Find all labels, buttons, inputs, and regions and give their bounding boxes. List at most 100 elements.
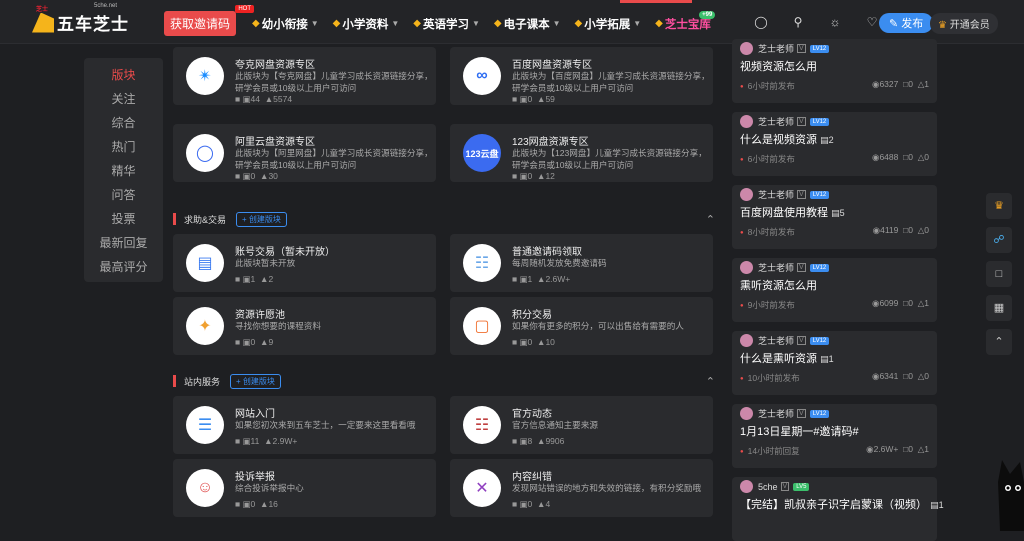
create-forum-button[interactable]: + 创建版块: [230, 373, 281, 389]
sidebar-item-7[interactable]: 最新回复: [84, 235, 163, 259]
lock-icon: ■: [235, 499, 241, 509]
crown-icon[interactable]: ♛: [986, 193, 1012, 219]
sidebar-item-8[interactable]: 最高评分: [84, 259, 163, 283]
forum-card[interactable]: ☰ 网站入门 如果您初次来到五车芝士，一定要来这里看看哦 ■ ▣11 ▲2.9W+: [173, 396, 436, 454]
chevron-down-icon: ▼: [552, 19, 561, 28]
forum-card[interactable]: ☷ 普通邀请码领取 每周随机发放免费邀请码 ■ ▣1 ▲2.6W+: [450, 234, 713, 292]
post-item[interactable]: 芝士老师VLV12 百度网盘使用教程 ▤5 8小时前发布 ◉4119 □0 △0: [732, 185, 937, 249]
post-author[interactable]: 5che V LV5: [740, 480, 810, 493]
invite-code-button[interactable]: 获取邀请码 HOT: [164, 5, 255, 36]
forum-card[interactable]: ☷ 官方动态 官方信息通知主要来源 ■ ▣8 ▲9906: [450, 396, 713, 454]
chat-icon[interactable]: □: [986, 261, 1012, 287]
sidebar-item-0[interactable]: 版块: [84, 67, 163, 91]
forum-card[interactable]: ◯ 阿里云盘资源专区 此版块为【阿里网盘】儿童学习成长资源链接分享，研学会员或10级…: [173, 124, 436, 182]
post-author[interactable]: 芝士老师 V LV12: [740, 115, 830, 128]
create-forum-button[interactable]: + 创建版块: [236, 211, 287, 227]
nav-icon: ◆: [252, 18, 260, 29]
sidebar-item-1[interactable]: 关注: [84, 91, 163, 115]
sidebar-item-2[interactable]: 综合: [84, 115, 163, 139]
post-author[interactable]: 芝士老师 V LV12: [740, 407, 830, 420]
sidebar-item-3[interactable]: 热门: [84, 139, 163, 163]
post-time: 14小时前回复: [740, 445, 800, 457]
nav-item-0[interactable]: ◆ 幼小衔接 ▼: [252, 16, 319, 32]
forum-card[interactable]: 123云盘 123网盘资源专区 此版块为【123网盘】儿童学习成长资源链接分享，研学…: [450, 124, 713, 182]
sidebar-item-6[interactable]: 投票: [84, 211, 163, 235]
avatar: [740, 115, 753, 128]
post-author[interactable]: 芝士老师 V LV12: [740, 42, 830, 55]
card-title: 内容纠错: [512, 472, 552, 483]
back-to-top-icon[interactable]: ⌃: [986, 329, 1012, 355]
card-stats: ■ ▣1 ▲2: [235, 274, 274, 284]
nav-icon: ◆: [574, 18, 583, 29]
guide-icon: ☰: [186, 406, 224, 444]
bulb-icon[interactable]: ◯: [752, 13, 770, 31]
collapse-icon[interactable]: ⌃: [706, 213, 715, 226]
level-badge: LV12: [809, 263, 830, 272]
cat-mascot-icon[interactable]: [994, 452, 1024, 531]
site-logo[interactable]: 五车芝士 5che.net 芝士: [32, 3, 129, 35]
level-badge: LV12: [809, 336, 830, 345]
card-title: 资源许愿池: [235, 310, 285, 321]
avatar: [740, 261, 753, 274]
vip-button[interactable]: ♛ 开通会员: [930, 13, 998, 34]
post-time: 6小时前发布: [740, 153, 795, 165]
post-author[interactable]: 芝士老师 V LV12: [740, 188, 830, 201]
forum-card[interactable]: ▢ 积分交易 如果你有更多的积分，可以出售给有需要的人 ■ ▣0 ▲10: [450, 297, 713, 355]
post-item[interactable]: 芝士老师VLV12 熏听资源怎么用 9小时前发布 ◉6099 □0 △1: [732, 258, 937, 322]
main-nav: 获取邀请码 HOT ◆ 幼小衔接 ▼ ◆ 小学资料 ▼ ◆ 英语学习 ▼ ◆ 电子课本 ▼ ◆ 小学拓展 ▼ ◆…: [164, 5, 725, 36]
theme-icon[interactable]: ☼: [826, 13, 844, 31]
lock-icon: ■: [235, 274, 241, 284]
post-item[interactable]: 芝士老师VLV12 什么是视频资源 ▤2 6小时前发布 ◉6488 □0 △0: [732, 112, 937, 176]
qrcode-icon[interactable]: ▦: [986, 295, 1012, 321]
level-badge: LV5: [793, 482, 810, 491]
search-icon[interactable]: ⚲: [789, 13, 807, 31]
image-icon: ▤1: [930, 500, 944, 510]
card-stats: ■ ▣0 ▲9: [235, 337, 274, 347]
post-count-icon: ▣: [242, 94, 251, 104]
sidebar-item-5[interactable]: 问答: [84, 187, 163, 211]
forum-card[interactable]: ∞ 百度网盘资源专区 此版块为【百度网盘】儿童学习成长资源链接分享，研学会员或10级…: [450, 47, 713, 105]
post-count-icon: ▣: [519, 171, 528, 181]
post-button[interactable]: ✎ 发布: [879, 13, 934, 33]
post-count-icon: ▣: [242, 499, 251, 509]
nav-item-3[interactable]: ◆ 电子课本 ▼: [494, 16, 561, 32]
nav-item-4[interactable]: ◆ 小学拓展 ▼: [575, 16, 642, 32]
post-title: 视频资源怎么用: [740, 61, 817, 73]
card-stats: ■ ▣44 ▲5574: [235, 94, 293, 104]
post-author[interactable]: 芝士老师 V LV12: [740, 261, 830, 274]
forum-card[interactable]: ✕ 内容纠错 发现网站错误的地方和失效的链接，有积分奖励哦 ■ ▣0 ▲4: [450, 459, 713, 517]
news-icon: ☷: [463, 406, 501, 444]
card-title: 积分交易: [512, 310, 552, 321]
nav-item-5[interactable]: ◆ 芝士宝库 +99: [655, 10, 716, 32]
lock-icon: ■: [235, 436, 241, 446]
post-item[interactable]: 芝士老师VLV12 1月13日星期一#邀请码# 14小时前回复 ◉2.6W+ □0 △…: [732, 404, 937, 468]
nav-item-2[interactable]: ◆ 英语学习 ▼: [413, 16, 480, 32]
wish-icon: ✦: [186, 307, 224, 345]
card-desc: 此版块为【阿里网盘】儿童学习成长资源链接分享，研学会员或10级以上用户可访问: [235, 148, 433, 170]
post-item[interactable]: 芝士老师VLV12 什么是熏听资源 ▤1 10小时前发布 ◉6341 □0 △0: [732, 331, 937, 395]
post-meta: ◉6099 □0 △1: [872, 298, 929, 308]
forum-card[interactable]: ▤ 账号交易（暂未开放） 此版块暂未开放 ■ ▣1 ▲2: [173, 234, 436, 292]
sidebar-item-4[interactable]: 精华: [84, 163, 163, 187]
lock-icon: ■: [512, 436, 518, 446]
post-title: 什么是熏听资源 ▤1: [740, 353, 834, 365]
floating-toolbar: ♛ ☍ □ ▦ ⌃: [986, 193, 1012, 363]
forum-card[interactable]: ✴ 夸克网盘资源专区 此版块为【夸克网盘】儿童学习成长资源链接分享，研学会员或10级…: [173, 47, 436, 105]
section-header: 求助&交易 + 创建版块 ⌃: [173, 211, 719, 227]
link-icon[interactable]: ☍: [986, 227, 1012, 253]
post-item[interactable]: 芝士老师VLV12 视频资源怎么用 6小时前发布 ◉6327 □0 △1: [732, 39, 937, 103]
post-item[interactable]: 5che V LV5 【完结】凯叔亲子识字启蒙课（视频） ▤1: [732, 477, 944, 541]
post-count-icon: ▣: [242, 436, 251, 446]
avatar: [740, 407, 753, 420]
collapse-icon[interactable]: ⌃: [706, 375, 715, 388]
forum-card[interactable]: ✦ 资源许愿池 寻找你想要的课程资料 ■ ▣0 ▲9: [173, 297, 436, 355]
level-badge: LV12: [809, 117, 830, 126]
post-count-icon: ▣: [519, 94, 528, 104]
card-desc: 寻找你想要的课程资料: [235, 321, 321, 331]
card-desc: 如果您初次来到五车芝士，一定要来这里看看哦: [235, 420, 416, 430]
forum-card[interactable]: ☺ 投诉举报 综合投诉举报中心 ■ ▣0 ▲16: [173, 459, 436, 517]
nav-item-1[interactable]: ◆ 小学资料 ▼: [333, 16, 400, 32]
nav-icon: ◆: [493, 18, 502, 29]
post-author[interactable]: 芝士老师 V LV12: [740, 334, 830, 347]
post-meta: ◉6341 □0 △0: [872, 371, 929, 381]
